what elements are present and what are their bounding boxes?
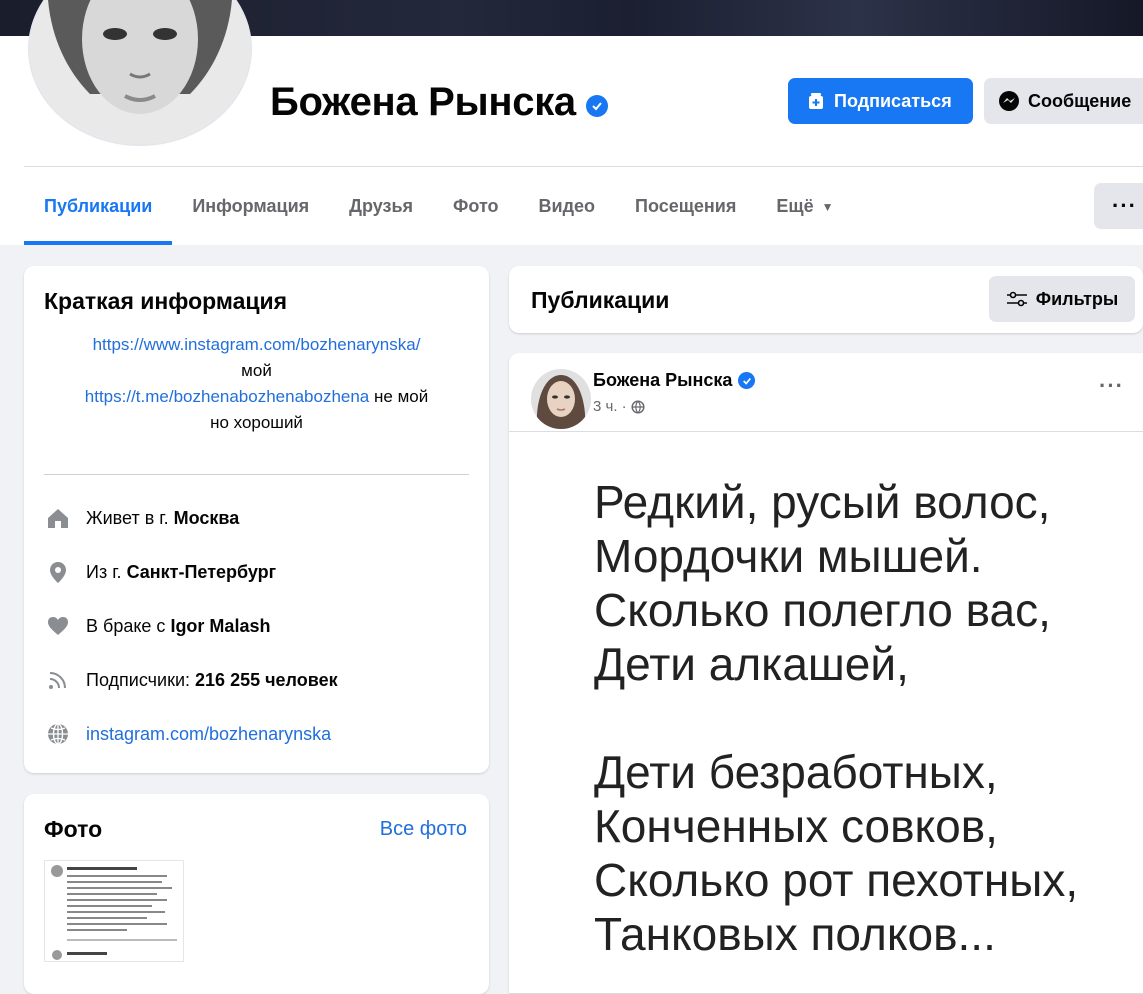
messenger-icon [998,90,1020,112]
website-link[interactable]: instagram.com/bozhenarynska [86,724,331,745]
globe-icon [44,720,72,748]
tab-photos[interactable]: Фото [433,168,518,245]
verified-badge-icon [738,372,756,389]
intro-divider [44,474,469,475]
rss-feed-icon [44,666,72,694]
tab-check-ins[interactable]: Посещения [615,168,756,245]
bio-text: https://www.instagram.com/bozhenarynska/… [44,332,469,436]
filters-icon [1006,291,1028,307]
tab-about[interactable]: Информация [172,168,329,245]
filters-label: Фильтры [1035,288,1119,309]
subscribe-icon [806,91,826,111]
profile-header: Божена Рынска Подписаться Сообщение Публ… [0,0,1143,245]
photo-thumbnail[interactable] [44,860,184,962]
tab-label: Информация [192,196,310,216]
photos-title: Фото [44,816,103,842]
post-options-button[interactable]: ··· [1099,373,1124,399]
tab-label: Публикации [44,196,153,216]
tab-label: Посещения [635,196,737,216]
tab-label: Видео [538,196,596,216]
post-timestamp[interactable]: 3 ч. · [593,398,627,415]
info-website: instagram.com/bozhenarynska [44,720,331,748]
instagram-bio-link[interactable]: https://www.instagram.com/bozhenarynska/ [93,335,421,354]
post-text: Редкий, русый волос, Мордочки мышей. Ско… [594,475,1078,961]
telegram-bio-link[interactable]: https://t.me/bozhenabozhenabozhena [85,387,370,406]
home-icon [44,504,72,532]
info-lives-in: Живет в г. Москва [44,504,239,532]
subscribe-label: Подписаться [834,90,952,111]
poem-line: Сколько рот пехотных, [594,854,1079,906]
info-from: Из г. Санкт-Петербург [44,558,276,586]
more-label: ··· [1112,193,1137,218]
posts-section-title: Публикации [531,287,670,313]
tab-label: Друзья [349,196,414,216]
poem-line: Танковых полков... [594,908,996,960]
heart-icon [44,612,72,640]
public-globe-icon [631,399,645,414]
tab-label: Ещё [776,196,814,216]
caret-down-icon: ▼ [821,199,834,214]
see-all-photos-link[interactable]: Все фото [380,818,467,841]
post-options-label: ··· [1099,373,1124,398]
post-author-avatar[interactable] [531,369,591,429]
info-followers: Подписчики: 216 255 человек [44,666,338,694]
bio-text-3: но хороший [210,413,303,432]
profile-name: Божена Рынска [270,80,576,124]
poem-line: Дети безработных, [594,746,998,798]
lives-value[interactable]: Москва [174,508,240,529]
post-card: Божена Рынска 3 ч. · ··· Редкий, русый в… [509,353,1143,993]
bio-text-1: мой [241,361,272,380]
subscribe-button[interactable]: Подписаться [788,78,973,124]
profile-tabs: Публикации Информация Друзья Фото Видео … [24,168,853,245]
poem-line: Дети алкашей, [594,638,909,690]
posts-header-card: Публикации Фильтры [509,266,1143,333]
tab-videos[interactable]: Видео [519,168,616,245]
tab-label: Фото [453,196,499,216]
tab-friends[interactable]: Друзья [329,168,433,245]
post-author[interactable]: Божена Рынска [593,370,756,391]
post-author-name[interactable]: Божена Рынска [593,370,732,391]
married-value[interactable]: Igor Malash [170,616,270,637]
filters-button[interactable]: Фильтры [989,276,1135,322]
tab-more[interactable]: Ещё ▼ [756,168,853,245]
poem-line: Мордочки мышей. [594,530,983,582]
photos-card: Фото Все фото [24,794,489,994]
header-divider [24,166,1143,167]
poem-line: Конченных совков, [594,800,998,852]
message-button[interactable]: Сообщение [984,78,1143,124]
married-prefix: В браке с [86,615,166,636]
from-value[interactable]: Санкт-Петербург [127,562,277,583]
profile-avatar[interactable] [28,0,252,146]
lives-prefix: Живет в г. [86,507,169,528]
followers-value[interactable]: 216 255 человек [195,670,338,691]
message-label: Сообщение [1028,90,1132,111]
poem-line: Сколько полегло вас, [594,584,1051,636]
location-pin-icon [44,558,72,586]
info-relationship: В браке с Igor Malash [44,612,270,640]
poem-line: Редкий, русый волос, [594,476,1051,528]
poem-stanza-gap [594,691,1078,745]
bio-text-2: не мой [374,387,429,406]
more-options-button[interactable]: ··· [1094,183,1143,229]
post-meta: 3 ч. · [593,398,645,415]
intro-title: Краткая информация [44,288,288,314]
post-divider [509,431,1143,432]
from-prefix: Из г. [86,561,122,582]
verified-badge-icon [585,94,608,117]
tab-posts[interactable]: Публикации [24,168,173,245]
intro-card: Краткая информация https://www.instagram… [24,266,489,773]
followers-prefix: Подписчики: [86,669,191,690]
